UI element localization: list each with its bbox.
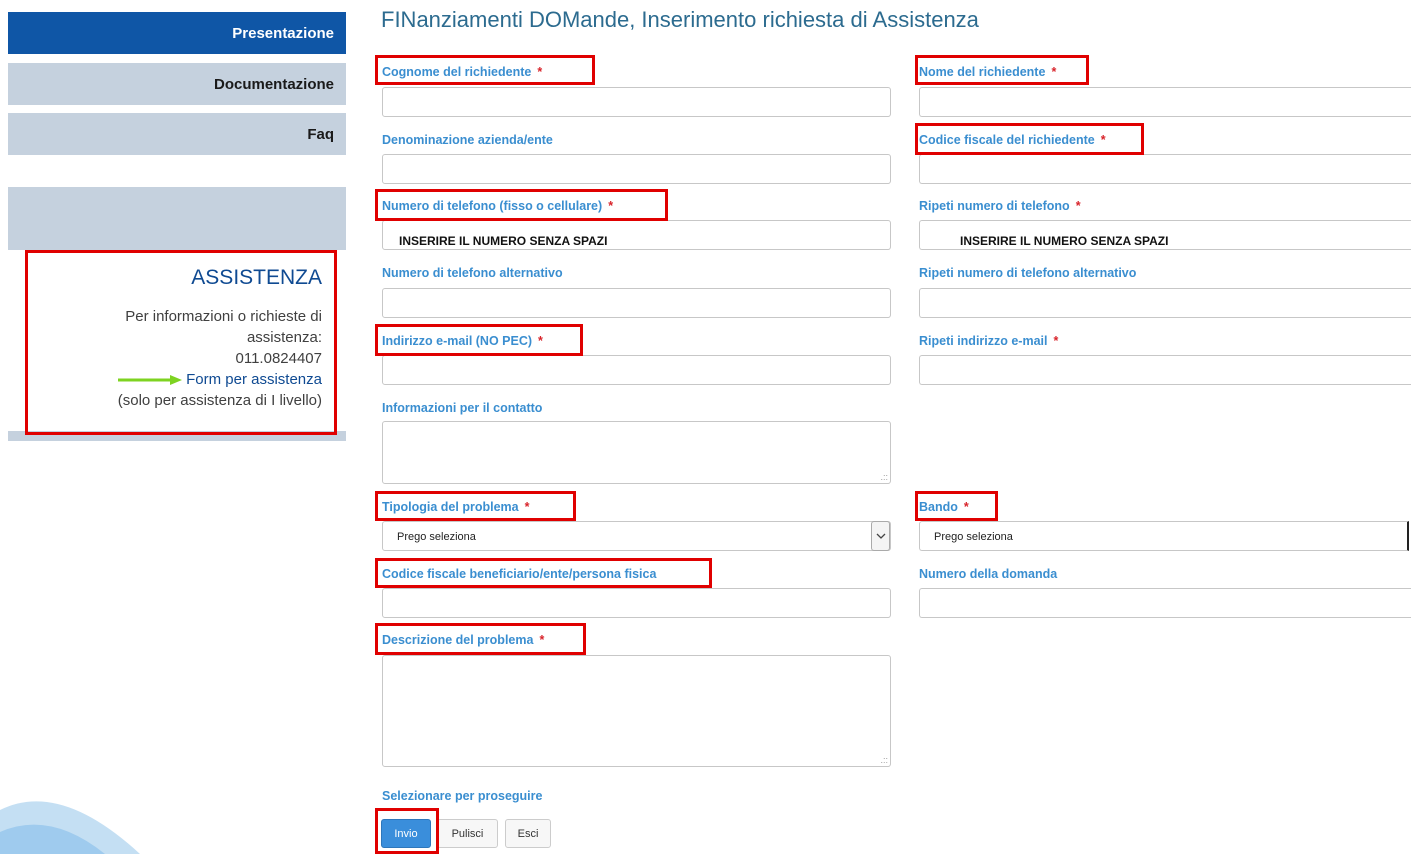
assistance-box: ASSISTENZA Per informazioni o richieste …: [8, 250, 346, 431]
nav-faq[interactable]: Faq: [8, 113, 346, 155]
tipologia-selected: Prego seleziona: [397, 531, 476, 543]
bando-select[interactable]: Prego seleziona: [919, 521, 1409, 551]
nav-presentazione[interactable]: Presentazione: [8, 12, 346, 54]
telefono-input[interactable]: INSERIRE IL NUMERO SENZA SPAZI: [382, 220, 891, 250]
nome-input[interactable]: [919, 87, 1411, 117]
codice-fiscale-input[interactable]: [919, 154, 1411, 184]
page-title: FINanziamenti DOMande, Inserimento richi…: [381, 7, 979, 32]
assistance-link-row: Form per assistenza: [22, 369, 322, 390]
ripeti-telefono-value: INSERIRE IL NUMERO SENZA SPAZI: [960, 234, 1169, 248]
info-contatto-textarea[interactable]: .::: [382, 421, 891, 484]
label-ripeti-telefono: Ripeti numero di telefono *: [919, 199, 1081, 213]
label-numero-domanda: Numero della domanda: [919, 567, 1058, 581]
bando-selected: Prego seleziona: [934, 531, 1013, 543]
green-arrow-icon: [118, 375, 183, 386]
resize-grip-icon[interactable]: .::: [880, 755, 888, 765]
numero-domanda-input[interactable]: [919, 588, 1411, 618]
assistance-line2: assistenza:: [246, 329, 322, 346]
label-telefono-alt: Numero di telefono alternativo: [382, 266, 563, 280]
label-email: Indirizzo e-mail (NO PEC) *: [382, 334, 543, 348]
label-tipologia: Tipologia del problema *: [382, 500, 530, 514]
chevron-down-icon[interactable]: [871, 521, 890, 551]
label-denominazione: Denominazione azienda/ente: [382, 133, 553, 147]
nav-documentazione[interactable]: Documentazione: [8, 63, 346, 105]
assistance-title: ASSISTENZA: [191, 266, 322, 289]
label-info-contatto: Informazioni per il contatto: [382, 401, 543, 415]
telefono-alt-input[interactable]: [382, 288, 891, 318]
label-bando: Bando *: [919, 500, 969, 514]
label-codice-fiscale: Codice fiscale del richiedente *: [919, 133, 1106, 147]
form-assistenza-link[interactable]: Form per assistenza: [186, 371, 322, 388]
assistance-phone: 011.0824407: [235, 350, 322, 367]
assistance-text: Per informazioni o richieste di assisten…: [22, 306, 322, 411]
tipologia-select[interactable]: Prego seleziona: [382, 521, 891, 551]
resize-grip-icon[interactable]: .::: [880, 472, 888, 482]
assistance-panel: ASSISTENZA Per informazioni o richieste …: [8, 187, 346, 441]
ripeti-telefono-input[interactable]: INSERIRE IL NUMERO SENZA SPAZI: [919, 220, 1411, 250]
email-input[interactable]: [382, 355, 891, 385]
label-cognome: Cognome del richiedente *: [382, 65, 543, 79]
label-cf-beneficiario: Codice fiscale beneficiario/ente/persona…: [382, 567, 657, 581]
label-ripeti-telefono-alt: Ripeti numero di telefono alternativo: [919, 266, 1137, 280]
label-selezionare: Selezionare per proseguire: [382, 789, 543, 803]
assistance-line1: Per informazioni o richieste di: [125, 308, 322, 325]
cf-beneficiario-input[interactable]: [382, 588, 891, 618]
background-swirl: [0, 801, 140, 854]
label-ripeti-email: Ripeti indirizzo e-mail *: [919, 334, 1059, 348]
telefono-value: INSERIRE IL NUMERO SENZA SPAZI: [399, 234, 608, 248]
cognome-input[interactable]: [382, 87, 891, 117]
label-telefono: Numero di telefono (fisso o cellulare) *: [382, 199, 614, 213]
assistance-note: (solo per assistenza di I livello): [117, 392, 322, 409]
ripeti-email-input[interactable]: [919, 355, 1411, 385]
denominazione-input[interactable]: [382, 154, 891, 184]
esci-button[interactable]: Esci: [505, 819, 551, 848]
ripeti-telefono-alt-input[interactable]: [919, 288, 1411, 318]
invio-button[interactable]: Invio: [381, 819, 431, 848]
label-nome: Nome del richiedente *: [919, 65, 1057, 79]
label-descrizione: Descrizione del problema *: [382, 633, 545, 647]
descrizione-textarea[interactable]: .::: [382, 655, 891, 767]
pulisci-button[interactable]: Pulisci: [437, 819, 498, 848]
